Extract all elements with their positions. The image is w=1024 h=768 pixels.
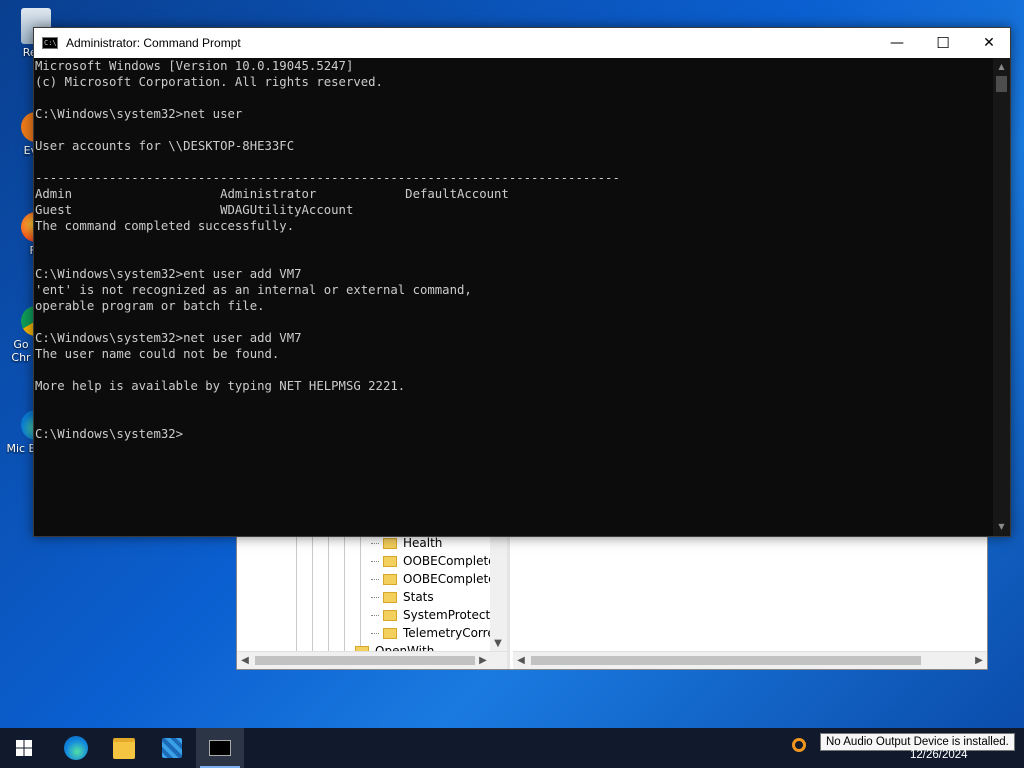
taskbar-command-prompt-button[interactable] <box>196 728 244 768</box>
tree-horizontal-scrollbar[interactable]: ◀ ▶ <box>237 651 507 669</box>
tree-guide-lines <box>281 521 371 656</box>
tree-vertical-scrollbar[interactable]: ▼ <box>490 521 507 652</box>
console-line: Admin Administrator DefaultAccount <box>35 187 509 201</box>
close-button[interactable]: ✕ <box>966 28 1012 58</box>
maximize-button[interactable]: ☐ <box>920 28 966 58</box>
scroll-up-arrow-icon[interactable]: ▲ <box>993 60 1010 74</box>
folder-icon <box>383 627 397 639</box>
taskbar-file-explorer-button[interactable] <box>100 728 148 768</box>
console-line: operable program or batch file. <box>35 299 265 313</box>
start-button[interactable] <box>0 728 48 768</box>
folder-icon <box>383 537 397 549</box>
console-line: The command completed successfully. <box>35 219 295 233</box>
scroll-right-arrow-icon[interactable]: ▶ <box>971 652 987 669</box>
taskbar-registry-editor-button[interactable] <box>148 728 196 768</box>
title-bar[interactable]: C:\ Administrator: Command Prompt — ☐ ✕ <box>34 28 1010 58</box>
console-line: C:\Windows\system32> <box>35 427 184 441</box>
scrollbar-thumb[interactable] <box>255 656 475 665</box>
desktop-icon-label: Go Chr <box>11 338 31 364</box>
taskbar-date[interactable]: 12/26/2024 <box>910 749 968 761</box>
cmd-icon <box>209 740 231 756</box>
console-output[interactable]: Microsoft Windows [Version 10.0.19045.52… <box>34 58 993 536</box>
console-line: The user name could not be found. <box>35 347 280 361</box>
tree-item-label: Stats <box>403 590 434 604</box>
console-line: C:\Windows\system32>net user <box>35 107 243 121</box>
scrollbar-thumb[interactable] <box>996 76 1007 92</box>
tree-item-label: Health <box>403 536 443 550</box>
console-line: C:\Windows\system32>ent user add VM7 <box>35 267 302 281</box>
console-line: Microsoft Windows [Version 10.0.19045.52… <box>35 59 354 73</box>
console-line: ----------------------------------------… <box>35 171 620 185</box>
windows-logo-icon <box>16 740 32 756</box>
folder-icon <box>383 609 397 621</box>
search-icon[interactable] <box>792 738 806 752</box>
console-line: User accounts for \\DESKTOP-8HE33FC <box>35 139 295 153</box>
console-line: C:\Windows\system32>net user add VM7 <box>35 331 302 345</box>
console-line: 'ent' is not recognized as an internal o… <box>35 283 472 297</box>
scroll-right-arrow-icon[interactable]: ▶ <box>475 652 491 669</box>
command-prompt-window[interactable]: C:\ Administrator: Command Prompt — ☐ ✕ … <box>33 27 1011 537</box>
folder-icon <box>383 591 397 603</box>
folder-icon <box>383 555 397 567</box>
regedit-icon <box>162 738 182 758</box>
scrollbar-thumb[interactable] <box>531 656 921 665</box>
console-vertical-scrollbar[interactable]: ▲ ▼ <box>993 58 1010 536</box>
registry-editor-window[interactable]: Health OOBECompletedFc OOBECompleteTin S… <box>236 520 988 670</box>
scroll-left-arrow-icon[interactable]: ◀ <box>513 652 529 669</box>
scroll-down-arrow-icon[interactable]: ▼ <box>993 520 1010 534</box>
registry-tree-pane[interactable]: Health OOBECompletedFc OOBECompleteTin S… <box>237 521 510 669</box>
desktop-icon-label: Mic E <box>6 442 36 455</box>
minimize-button[interactable]: — <box>874 28 920 58</box>
window-title: Administrator: Command Prompt <box>66 36 241 50</box>
console-line: (c) Microsoft Corporation. All rights re… <box>35 75 383 89</box>
tree-item[interactable]: SystemProtected <box>371 606 505 624</box>
cmd-icon: C:\ <box>42 37 58 49</box>
taskbar-edge-button[interactable] <box>52 728 100 768</box>
console-line: Guest WDAGUtilityAccount <box>35 203 354 217</box>
tree-item[interactable]: Stats <box>371 588 434 606</box>
scroll-down-arrow-icon[interactable]: ▼ <box>490 635 506 652</box>
console-line: More help is available by typing NET HEL… <box>35 379 406 393</box>
folder-icon <box>113 737 135 759</box>
folder-icon <box>383 573 397 585</box>
scroll-left-arrow-icon[interactable]: ◀ <box>237 652 253 669</box>
edge-icon <box>64 736 88 760</box>
registry-values-pane[interactable]: ◀ ▶ <box>513 521 987 669</box>
values-horizontal-scrollbar[interactable]: ◀ ▶ <box>513 651 987 669</box>
